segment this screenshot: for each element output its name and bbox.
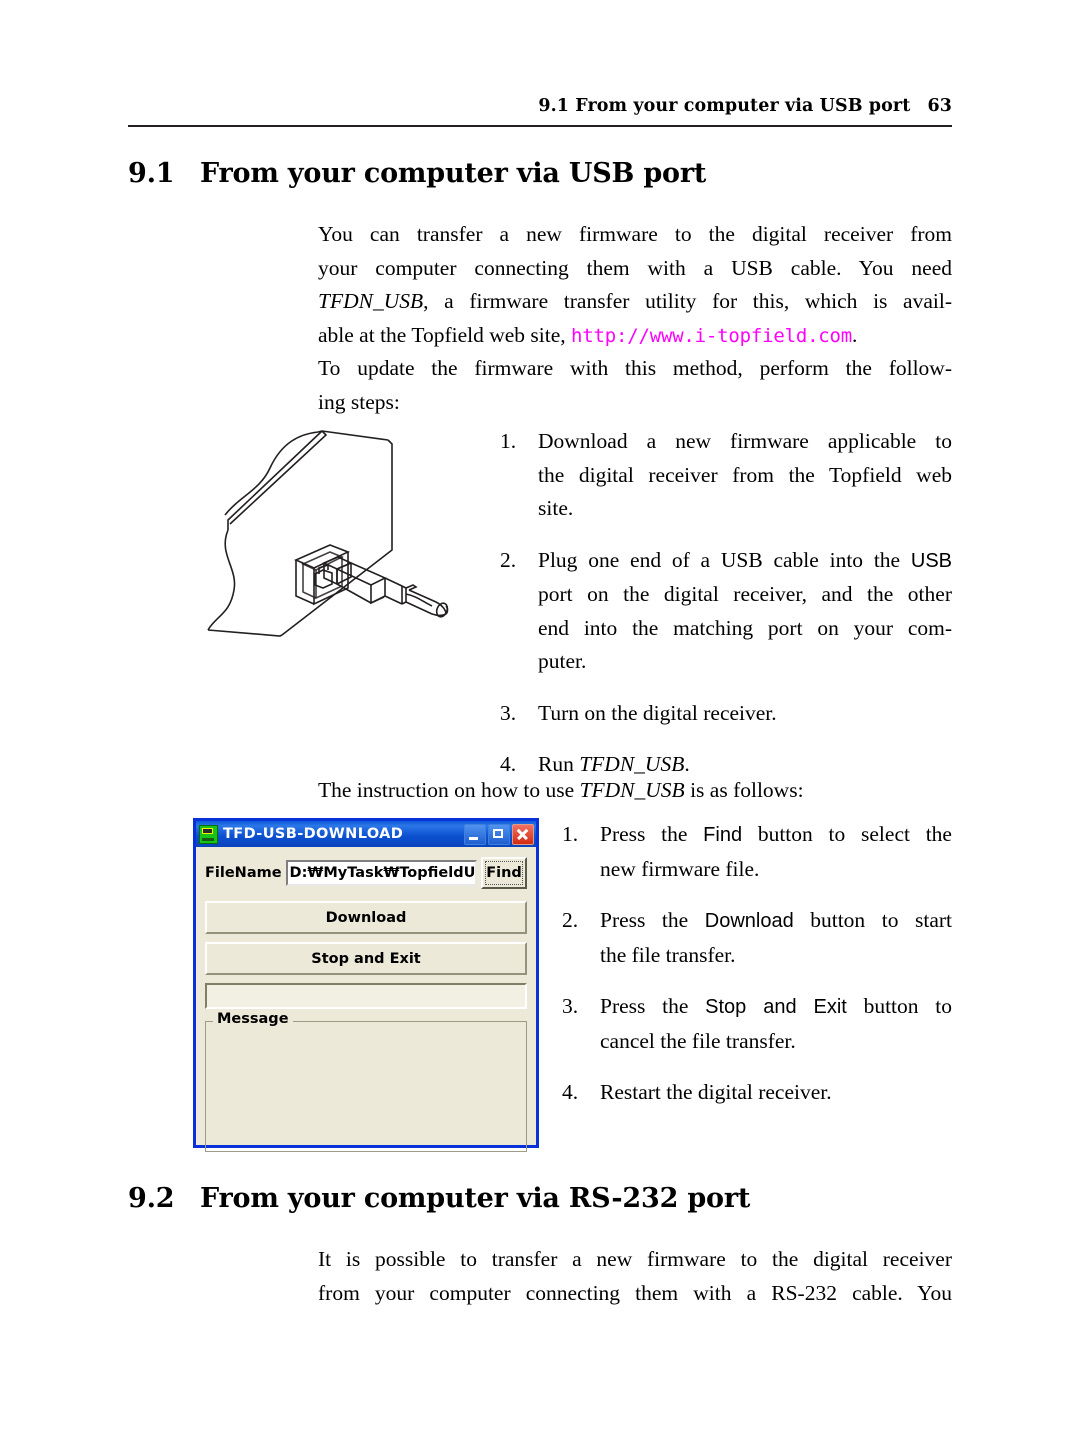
instruction-lead-line: The instruction on how to use TFDN_USB i… [318, 774, 894, 808]
running-head: 9.1 From your computer via USB port 63 [128, 96, 952, 116]
rs232-line-2: from your computer connecting them with … [318, 1280, 952, 1305]
step-1-line-1: Download a new firmware applicable to [538, 429, 952, 453]
update-steps-list: 1. Download a new firmware applicable to… [500, 425, 952, 800]
update-line-1: To update the firmware with this method,… [318, 356, 952, 380]
tfdn-step-2-pre: Press the [600, 908, 705, 932]
filename-label: FileName [205, 865, 282, 881]
tfdn-step-3-line-2: cancel the file transfer. [600, 1028, 796, 1053]
intro-line-1: You can transfer a new firmware to the d… [318, 222, 952, 246]
page-number: 63 [927, 96, 952, 116]
list-item: 2. Press the Download button to start th… [562, 904, 952, 972]
tfdn-step-4-line-1: Restart the digital receiver. [600, 1080, 832, 1104]
program-name: TFDN_USB [579, 778, 685, 802]
step-2-line-2: port on the digital receiver, and the ot… [538, 582, 952, 606]
tfdn-step-1-line-2: new firmware file. [600, 856, 760, 881]
message-group: Message [205, 1011, 527, 1152]
header-rule [128, 125, 952, 127]
paragraph-rs232: It is possible to transfer a new firmwar… [318, 1243, 952, 1310]
list-marker: 1. [562, 822, 579, 846]
window-title: TFD-USB-DOWNLOAD [223, 826, 404, 842]
list-marker: 3. [562, 994, 579, 1018]
paragraph-instruction-lead: The instruction on how to use TFDN_USB i… [318, 774, 894, 808]
tfdn-step-1-pre: Press the [600, 822, 704, 846]
set-top-box-icon [199, 824, 218, 844]
close-icon[interactable] [512, 823, 534, 845]
program-name: TFDN_USB [318, 289, 424, 313]
intro-line-2: your computer connecting them with a USB… [318, 255, 952, 280]
section-heading-9-2: 9.2 From your computer via RS-232 port [128, 1183, 952, 1214]
tfdn-step-1-post: button to select the [742, 822, 952, 846]
section-title-9-2: From your computer via RS-232 port [200, 1183, 751, 1214]
intro-line-3: TFDN_USB, a firmware transfer utility fo… [318, 285, 952, 319]
filename-input[interactable]: D:₩MyTask₩TopfieldUpdate₩(TF [285, 860, 477, 886]
usb-port-and-plug-figure [170, 418, 510, 658]
tfdn-step-3-post: button to [846, 994, 952, 1018]
tfdn-step-2-line-1: Press the Download button to start [600, 904, 952, 939]
step-3-line-1: Turn on the digital receiver. [538, 700, 777, 725]
ui-term-find: Find [703, 824, 743, 846]
find-button[interactable]: Find [481, 857, 527, 889]
list-item: 4. Restart the digital receiver. [562, 1076, 952, 1110]
section-title-9-1: From your computer via USB port [200, 158, 707, 189]
tfdn-step-3-line-1: Press the Stop and Exit button to [600, 990, 952, 1025]
paragraph-intro: You can transfer a new firmware to the d… [318, 218, 952, 353]
program-name: TFDN_USB [579, 752, 685, 776]
update-line-2: ing steps: [318, 389, 400, 414]
list-item: 2. Plug one end of a USB cable into the … [500, 544, 952, 679]
progress-bar [205, 983, 527, 1009]
filename-row: FileName D:₩MyTask₩TopfieldUpdate₩(TF Fi… [205, 857, 527, 889]
intro-line-4: able at the Topfield web site, http://ww… [318, 319, 952, 354]
section-heading-9-1: 9.1 From your computer via USB port [128, 158, 952, 189]
running-head-title: 9.1 From your computer via USB port [538, 96, 911, 116]
section-number-9-2: 9.2 [128, 1183, 175, 1214]
list-item: 1. Download a new firmware applicable to… [500, 425, 952, 526]
list-marker: 4. [562, 1080, 579, 1104]
list-marker: 2. [500, 547, 517, 572]
step-2-line-3: end into the matching port on your com- [538, 615, 952, 640]
window-titlebar[interactable]: TFD-USB-DOWNLOAD [196, 821, 536, 847]
maximize-icon[interactable] [488, 823, 510, 845]
download-button[interactable]: Download [205, 901, 527, 934]
instruction-lead-pre: The instruction on how to use [318, 778, 580, 802]
intro-line-4-pre: able at the Topfield web site, [318, 322, 572, 347]
rs232-line-1: It is possible to transfer a new firmwar… [318, 1247, 952, 1271]
message-group-label: Message [213, 1011, 293, 1027]
minimize-icon[interactable] [464, 823, 486, 845]
tfdn-usb-steps-list: 1. Press the Find button to select the n… [562, 818, 952, 1128]
step-2-line-4: puter. [538, 649, 587, 673]
paragraph-update-steps-lead: To update the firmware with this method,… [318, 352, 952, 419]
step-1-line-3: site. [538, 496, 574, 520]
list-marker: 1. [500, 429, 517, 453]
list-item: 1. Press the Find button to select the n… [562, 818, 952, 886]
ui-term-stop-and-exit: Stop and Exit [705, 996, 847, 1018]
tfdn-step-1-line-1: Press the Find button to select the [600, 818, 952, 853]
step-2-line-1: Plug one end of a USB cable into the USB [538, 544, 952, 579]
instruction-lead-post: is as follows: [684, 778, 804, 802]
window-buttons [464, 823, 534, 845]
step-1-line-2: the digital receiver from the Topfield w… [538, 462, 952, 487]
intro-line-3-rest: , a firmware transfer utility for this, … [423, 289, 952, 313]
tfdn-step-2-post: button to start [793, 908, 953, 932]
list-item: 3. Press the Stop and Exit button to can… [562, 990, 952, 1058]
step-4-post: . [684, 752, 690, 776]
step-2-line-1-pre: Plug one end of a USB cable into the [538, 547, 911, 572]
list-marker: 2. [562, 908, 579, 932]
list-item: 3. Turn on the digital receiver. [500, 697, 952, 731]
tfd-usb-download-window[interactable]: TFD-USB-DOWNLOAD FileName D:₩MyTask₩Topf… [193, 818, 539, 1152]
tfdn-step-3-pre: Press the [600, 994, 706, 1018]
step-4-pre: Run [538, 752, 580, 776]
ui-term-usb: USB [910, 549, 952, 572]
stop-and-exit-button[interactable]: Stop and Exit [205, 942, 527, 975]
ui-term-download: Download [704, 910, 794, 932]
dialog-body: FileName D:₩MyTask₩TopfieldUpdate₩(TF Fi… [196, 847, 536, 1161]
section-number-9-1: 9.1 [128, 158, 175, 189]
topfield-website-url[interactable]: http://www.i-topfield.com [571, 325, 852, 347]
list-marker: 3. [500, 700, 517, 725]
tfdn-step-2-line-2: the file transfer. [600, 942, 736, 967]
intro-line-4-post: . [852, 322, 858, 347]
